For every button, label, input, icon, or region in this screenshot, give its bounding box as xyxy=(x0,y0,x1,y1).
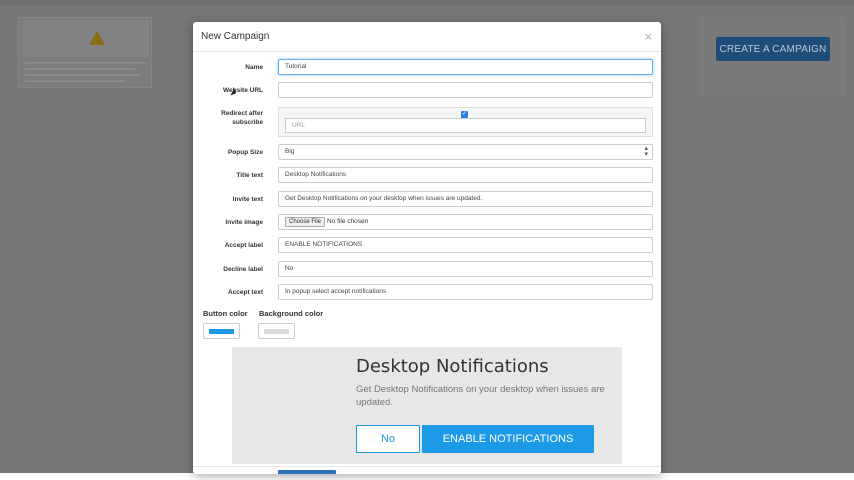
close-icon[interactable]: × xyxy=(644,30,653,43)
redirect-checkbox[interactable]: ✓ xyxy=(461,111,468,118)
accept-text-label: Accept text xyxy=(227,289,263,296)
choose-file-button[interactable]: Choose File xyxy=(285,217,326,227)
page-bottom-band xyxy=(0,473,854,480)
title-text-label: Title text xyxy=(236,172,263,179)
button-color-label: Button color xyxy=(203,309,248,318)
redirect-label-line2: subscribe xyxy=(232,119,263,126)
redirect-url-input[interactable]: URL xyxy=(285,118,646,133)
save-button-partial[interactable] xyxy=(278,470,336,474)
accept-label-label: Accept label xyxy=(224,242,263,249)
accept-text-input[interactable]: In popup select accept notifications xyxy=(278,284,653,300)
background-color-swatch xyxy=(264,329,289,334)
popup-preview: Desktop Notifications Get Desktop Notifi… xyxy=(232,347,622,464)
invite-image-label: Invite image xyxy=(225,219,263,226)
website-url-label: Website URL xyxy=(223,87,263,94)
name-input[interactable]: Tutorial xyxy=(278,59,653,75)
modal-title: New Campaign xyxy=(201,31,270,42)
decline-label-label: Decline label xyxy=(223,266,263,273)
popup-size-label: Popup Size xyxy=(227,149,263,156)
website-url-input[interactable] xyxy=(278,82,653,98)
invite-image-field: Choose File No file chosen xyxy=(278,214,653,230)
preview-accept-button[interactable]: ENABLE NOTIFICATIONS xyxy=(422,425,594,453)
name-label: Name xyxy=(245,64,263,71)
modal-header: New Campaign × xyxy=(193,22,661,52)
invite-text-label: Invite text xyxy=(232,196,263,203)
preview-text: Get Desktop Notifications on your deskto… xyxy=(356,384,605,408)
redirect-label: Redirect after subscribe xyxy=(193,109,263,127)
accept-label-input[interactable]: ENABLE NOTIFICATIONS xyxy=(278,237,653,253)
invite-text-input[interactable]: Get Desktop Notifications on your deskto… xyxy=(278,191,653,207)
button-color-swatch xyxy=(209,329,234,334)
preview-title: Desktop Notifications xyxy=(356,356,549,377)
title-text-input[interactable]: Desktop Notifications xyxy=(278,167,653,183)
redirect-panel: ✓ URL xyxy=(278,107,653,137)
preview-decline-button[interactable]: No xyxy=(356,425,420,453)
redirect-label-line1: Redirect after xyxy=(221,110,263,117)
popup-size-select[interactable]: Big ▴ ▾ xyxy=(278,144,653,160)
button-color-picker[interactable] xyxy=(203,323,240,339)
bell-icon xyxy=(89,31,105,45)
background-color-picker[interactable] xyxy=(258,323,295,339)
campaign-thumbnail xyxy=(18,17,152,88)
create-campaign-button[interactable]: CREATE A CAMPAIGN xyxy=(716,37,830,61)
decline-label-input[interactable]: No xyxy=(278,261,653,277)
file-status: No file chosen xyxy=(327,218,369,225)
modal-footer xyxy=(193,466,661,474)
background-color-label: Background color xyxy=(259,309,324,318)
popup-size-value: Big xyxy=(285,148,295,155)
new-campaign-modal: New Campaign × Name Tutorial Website URL… xyxy=(193,22,661,474)
select-arrows-icon: ▴ ▾ xyxy=(644,145,648,158)
